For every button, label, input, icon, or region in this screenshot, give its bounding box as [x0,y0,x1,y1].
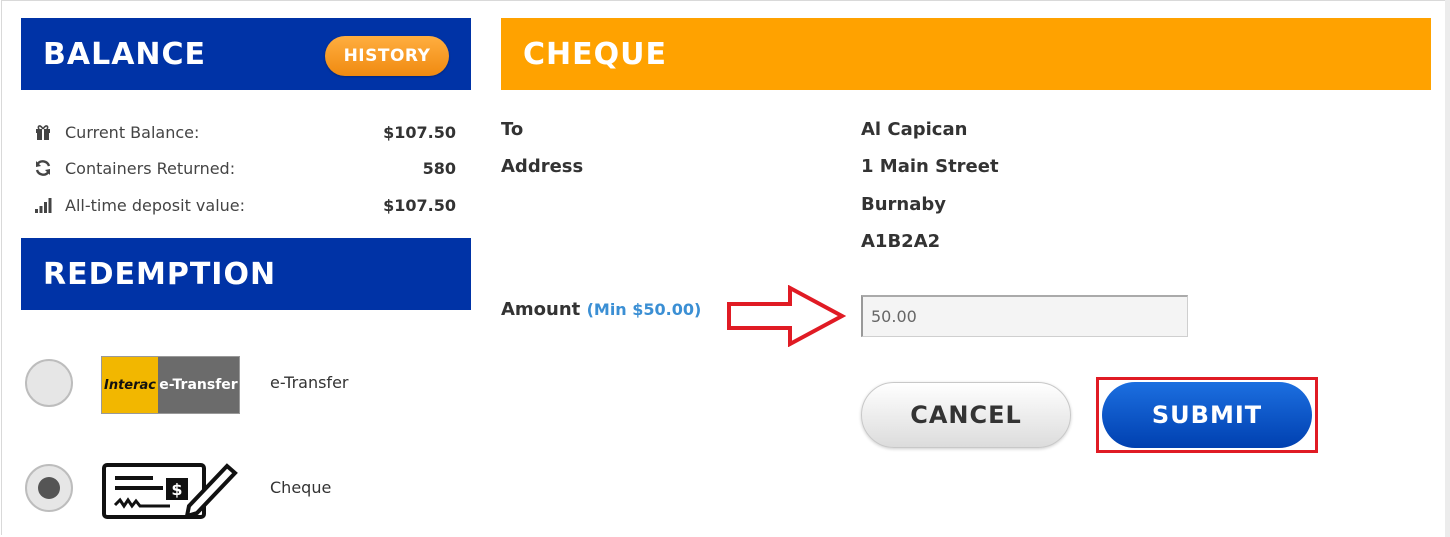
interac-logo-right: e-Transfer [158,357,239,413]
cheque-label[interactable]: Cheque [270,478,331,497]
svg-text:$: $ [171,480,182,499]
address-line-3: A1B2A2 [861,231,941,252]
redemption-title: REDEMPTION [43,256,277,292]
scrollbar-strip[interactable] [1445,0,1450,537]
red-arrow-icon [726,284,847,348]
balance-header: BALANCE HISTORY [21,18,471,90]
stat-value: 580 [422,158,456,178]
amount-label: Amount [501,299,581,320]
gift-icon [34,123,52,141]
refresh-icon [34,159,52,177]
cheque-header: CHEQUE [501,18,1431,90]
etransfer-label[interactable]: e-Transfer [270,373,348,392]
stat-value: $107.50 [383,195,456,215]
submit-button[interactable]: SUBMIT [1102,382,1312,448]
stat-label: All-time deposit value: [65,195,246,215]
balance-title: BALANCE [43,36,207,72]
cheque-title: CHEQUE [523,36,667,72]
interac-etransfer-logo: Interac e-Transfer [101,356,240,414]
history-button[interactable]: HISTORY [325,36,449,76]
stat-all-time-deposit: All-time deposit value: $107.50 [34,193,456,217]
stat-label: Current Balance: [65,122,200,142]
stat-containers-returned: Containers Returned: 580 [34,156,456,180]
amount-min-label: (Min $50.00) [586,300,702,319]
address-line-2: Burnaby [861,194,946,215]
stat-value: $107.50 [383,122,456,142]
cancel-button[interactable]: CANCEL [861,382,1071,448]
amount-input[interactable] [861,295,1188,337]
bar-chart-icon [34,196,52,214]
to-value: Al Capican [861,119,968,140]
radio-etransfer[interactable] [25,359,73,407]
stat-current-balance: Current Balance: $107.50 [34,120,456,144]
redemption-header: REDEMPTION [21,238,471,310]
to-label: To [501,119,524,140]
interac-logo-left: Interac [102,357,158,413]
cheque-icon: $ [101,458,241,522]
stat-label: Containers Returned: [65,158,236,178]
address-label: Address [501,156,584,177]
amount-label-row: Amount (Min $50.00) [501,299,701,320]
radio-cheque[interactable] [25,464,73,512]
address-line-1: 1 Main Street [861,156,999,177]
